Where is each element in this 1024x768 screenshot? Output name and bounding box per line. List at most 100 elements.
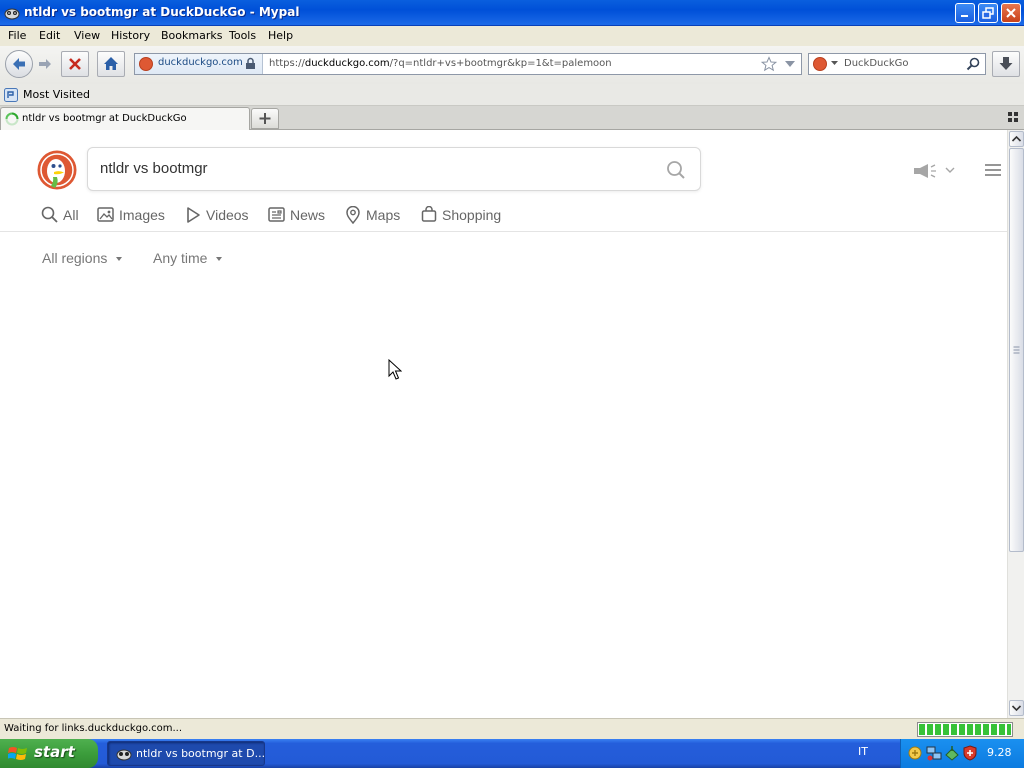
site-identity-box[interactable]: duckduckgo.com — [135, 54, 263, 74]
downloads-button[interactable] — [992, 51, 1020, 77]
minimize-icon — [961, 15, 968, 17]
search-box[interactable]: ntldr vs bootmgr — [87, 147, 701, 191]
tab-active[interactable]: ntldr vs bootmgr at DuckDuckGo — [0, 107, 250, 130]
home-button[interactable] — [97, 51, 125, 77]
network-icon[interactable] — [926, 745, 942, 761]
throbber-icon — [5, 112, 19, 126]
time-filter-label: Any time — [153, 250, 208, 266]
stop-button[interactable] — [61, 51, 89, 77]
tab-news-label: News — [290, 207, 326, 223]
url-text[interactable]: https://duckduckgo.com/?q=ntldr+vs+bootm… — [269, 58, 612, 69]
engine-dropdown-icon[interactable] — [831, 61, 838, 65]
chevron-down-icon[interactable] — [945, 167, 955, 173]
duckduckgo-logo[interactable] — [37, 150, 77, 190]
search-query[interactable]: ntldr vs bootmgr — [100, 160, 208, 177]
vertical-scrollbar[interactable] — [1007, 130, 1024, 718]
url-dropdown-icon[interactable] — [785, 61, 795, 67]
status-text: Waiting for links.duckduckgo.com... — [4, 723, 183, 734]
news-icon — [268, 207, 285, 222]
forward-arrow-icon[interactable] — [35, 55, 55, 73]
start-label: start — [34, 743, 75, 761]
menu-help[interactable]: Help — [268, 29, 293, 42]
identity-host: duckduckgo.com — [158, 57, 243, 68]
menu-view[interactable]: View — [74, 29, 100, 42]
taskbar-window-button[interactable]: ntldr vs bootmgr at D... — [107, 741, 265, 766]
address-bar[interactable]: duckduckgo.com https://duckduckgo.com/?q… — [134, 53, 802, 75]
grip-icon — [1013, 346, 1020, 354]
map-pin-icon — [346, 206, 360, 224]
menu-tools[interactable]: Tools — [229, 29, 256, 42]
tab-strip: ntldr vs bootmgr at DuckDuckGo — [0, 106, 1024, 130]
tab-list-icon[interactable] — [1008, 112, 1018, 122]
tab-all-label: All — [63, 207, 79, 223]
search-bar-placeholder: DuckDuckGo — [844, 58, 909, 69]
restore-icon — [982, 7, 994, 19]
star-icon[interactable] — [761, 56, 777, 72]
image-icon — [97, 207, 114, 222]
tab-images-label: Images — [119, 207, 165, 223]
stop-icon — [69, 58, 81, 70]
lock-icon — [246, 57, 255, 69]
search-bar[interactable]: DuckDuckGo — [808, 53, 986, 75]
menu-history[interactable]: History — [111, 29, 150, 42]
tray-app-icon[interactable] — [907, 745, 923, 761]
navigation-toolbar: duckduckgo.com https://duckduckgo.com/?q… — [0, 46, 1024, 84]
mouse-cursor-icon — [388, 359, 402, 380]
tab-videos-label: Videos — [206, 207, 249, 223]
arrow-down-icon — [1011, 705, 1022, 712]
time-filter[interactable]: Any time — [153, 250, 223, 266]
scroll-down-button[interactable] — [1009, 700, 1024, 716]
safely-remove-hardware-icon[interactable] — [944, 745, 960, 761]
play-icon — [187, 207, 200, 223]
system-clock[interactable]: 9.28 — [987, 746, 1012, 759]
region-filter[interactable]: All regions — [42, 250, 123, 266]
menu-bar: File Edit View History Bookmarks Tools H… — [0, 26, 1024, 46]
close-icon — [1006, 8, 1016, 18]
back-arrow-icon — [13, 58, 25, 70]
new-tab-button[interactable] — [251, 108, 279, 129]
close-window-button[interactable] — [1001, 3, 1021, 23]
window-title: ntldr vs bootmgr at DuckDuckGo - Mypal — [24, 5, 300, 19]
most-visited-icon[interactable] — [4, 88, 18, 102]
search-icon[interactable] — [666, 160, 686, 180]
menu-edit[interactable]: Edit — [39, 29, 60, 42]
search-type-tabs: All Images Videos News Maps Shopping — [0, 200, 1007, 232]
restore-button[interactable] — [978, 3, 998, 23]
taskbar-window-label: ntldr vs bootmgr at D... — [136, 747, 266, 760]
scroll-thumb[interactable] — [1009, 148, 1024, 552]
bookmarks-toolbar: Most Visited — [0, 84, 1024, 106]
windows-flag-icon — [8, 747, 27, 760]
hamburger-icon[interactable] — [985, 163, 1001, 177]
security-shield-icon[interactable] — [962, 745, 978, 761]
caret-down-icon — [216, 257, 223, 262]
browser-window: ntldr vs bootmgr at DuckDuckGo - Mypal F… — [0, 0, 1024, 768]
megaphone-icon[interactable] — [912, 163, 938, 179]
page-content: ntldr vs bootmgr All Images Videos News … — [0, 130, 1007, 718]
caret-down-icon — [116, 257, 123, 262]
search-icon[interactable] — [966, 57, 980, 71]
status-bar: Waiting for links.duckduckgo.com... — [0, 718, 1024, 739]
tab-shopping-label: Shopping — [442, 207, 502, 223]
url-domain: duckduckgo.com — [304, 58, 390, 69]
home-icon — [104, 57, 118, 70]
search-icon — [41, 206, 58, 223]
language-indicator[interactable]: IT — [858, 745, 868, 758]
site-favicon — [139, 57, 153, 71]
mypal-app-icon — [4, 8, 20, 20]
start-button[interactable]: start — [0, 739, 98, 768]
system-tray: 9.28 — [900, 739, 1024, 768]
region-filter-label: All regions — [42, 250, 108, 266]
menu-file[interactable]: File — [8, 29, 26, 42]
progress-fill — [919, 724, 1011, 735]
search-engine-icon[interactable] — [813, 57, 827, 71]
url-scheme: https:// — [269, 58, 305, 69]
most-visited-bookmark[interactable]: Most Visited — [23, 88, 90, 101]
scroll-up-button[interactable] — [1009, 131, 1024, 147]
back-button[interactable] — [5, 50, 33, 78]
menu-bookmarks[interactable]: Bookmarks — [161, 29, 222, 42]
arrow-up-icon — [1011, 135, 1022, 142]
plus-icon — [259, 113, 271, 124]
minimize-button[interactable] — [955, 3, 975, 23]
url-path: /?q=ntldr+vs+bootmgr&kp=1&t=palemoon — [389, 58, 612, 69]
title-bar: ntldr vs bootmgr at DuckDuckGo - Mypal — [0, 0, 1024, 26]
